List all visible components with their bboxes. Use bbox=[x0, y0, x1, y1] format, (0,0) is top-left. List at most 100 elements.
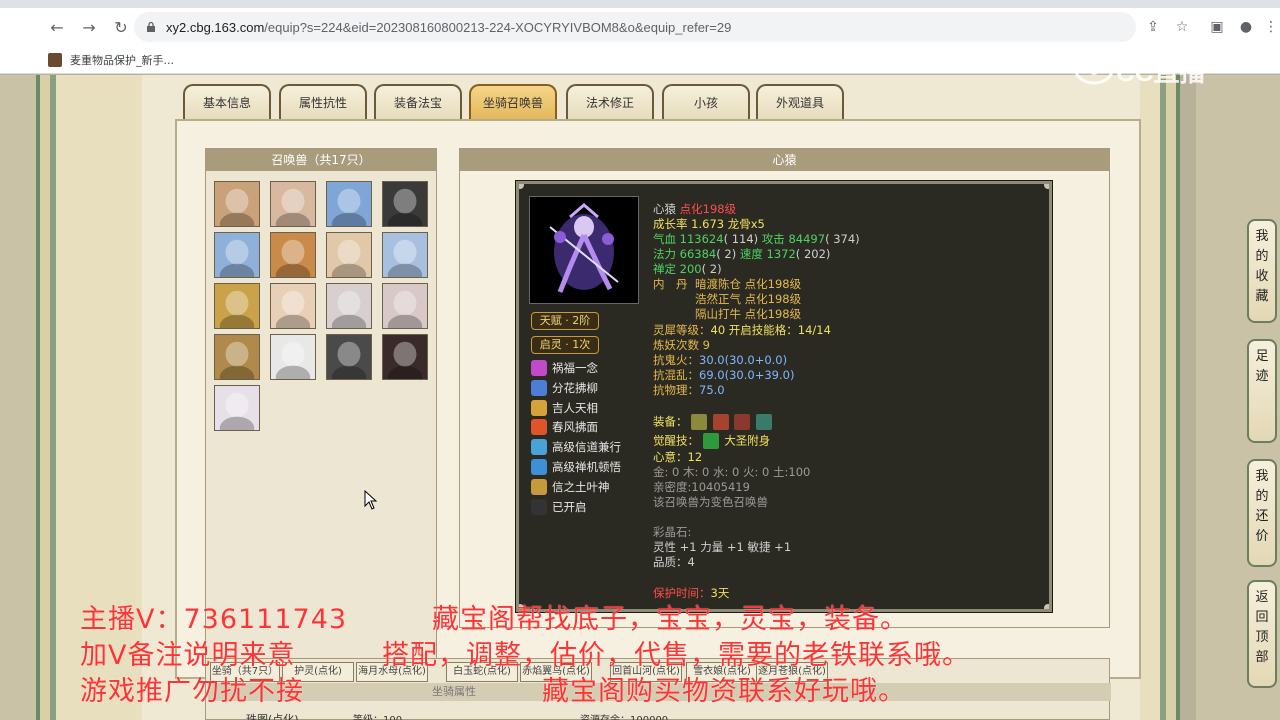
side-button-label: 返回顶部 bbox=[1255, 590, 1269, 665]
summon-thumbnail[interactable] bbox=[214, 385, 260, 431]
side-button-label: 我的还价 bbox=[1255, 469, 1269, 544]
reload-icon[interactable]: ↻ bbox=[108, 14, 134, 40]
summon-thumbnail[interactable] bbox=[270, 181, 316, 227]
growth-line: 成长率 1.673 龙骨x5 bbox=[653, 217, 765, 231]
tab-child[interactable]: 小孩 bbox=[662, 84, 750, 120]
overlay-line1-left: 主播V：736111743 bbox=[80, 604, 348, 635]
summon-thumbnail[interactable] bbox=[326, 283, 372, 329]
skill-item[interactable]: 高级禅机顿悟 bbox=[531, 459, 621, 475]
skill-label: 吉人天相 bbox=[552, 400, 598, 415]
tab-strip bbox=[0, 0, 1280, 8]
corner-ornament bbox=[519, 184, 524, 189]
skill-item[interactable]: 春风拂面 bbox=[531, 419, 598, 436]
skill-icon bbox=[531, 459, 547, 475]
summon-thumbnail[interactable] bbox=[214, 334, 260, 380]
stream-logo: CC直播 bbox=[1072, 50, 1242, 90]
forward-icon[interactable]: → bbox=[76, 14, 102, 40]
bookmark-label: 麦重物品保护_新手... bbox=[70, 53, 174, 67]
skill-label: 春风拂面 bbox=[552, 420, 598, 435]
skill-item[interactable]: 祸福一念 bbox=[531, 360, 598, 376]
right-decor bbox=[1140, 75, 1196, 720]
tab-attributes[interactable]: 属性抗性 bbox=[279, 84, 367, 120]
awaken-skill-icon[interactable] bbox=[702, 433, 719, 449]
summon-portrait bbox=[529, 196, 639, 304]
tab-basic-info[interactable]: 基本信息 bbox=[183, 84, 271, 120]
summon-thumbnail[interactable] bbox=[214, 283, 260, 329]
equip-slot-icon[interactable] bbox=[691, 414, 708, 430]
browser-toolbar: ← → ↻ xy2.cbg.163.com/equip?s=224&eid=20… bbox=[0, 8, 1280, 46]
summon-thumbnail[interactable] bbox=[382, 232, 428, 278]
resist-ghostfire: 抗鬼火：30.0(30.0+0.0) bbox=[653, 353, 788, 367]
bookmark-star-icon[interactable]: ☆ bbox=[1169, 14, 1195, 40]
overlay-line3-left: 游戏推广勿扰不接 bbox=[80, 676, 304, 707]
skill-label: 高级信道兼行 bbox=[552, 440, 621, 455]
menu-icon[interactable]: ⋮ bbox=[1258, 14, 1280, 40]
elements-line: 金: 0 木: 0 水: 0 火: 0 土:100 bbox=[653, 465, 811, 479]
back-to-top-button[interactable]: 返回顶部 bbox=[1247, 580, 1277, 688]
stream-logo-text: CC直播 bbox=[1116, 56, 1206, 87]
skill-item[interactable]: 高级信道兼行 bbox=[531, 439, 621, 456]
crystal-label: 彩晶石: bbox=[653, 525, 692, 539]
summon-thumbnail[interactable] bbox=[382, 181, 428, 227]
summon-thumbnail[interactable] bbox=[326, 232, 372, 278]
sidepanel-icon[interactable]: ▣ bbox=[1204, 14, 1230, 40]
skill-icon bbox=[531, 498, 547, 515]
summon-thumbnail[interactable] bbox=[214, 181, 260, 227]
profile-icon[interactable]: ● bbox=[1233, 14, 1259, 40]
tab-spell-mods[interactable]: 法术修正 bbox=[566, 84, 654, 120]
tab-mounts-summons[interactable]: 坐骑召唤兽 bbox=[469, 84, 557, 120]
mount-resource: 资源存余：100000 bbox=[580, 711, 668, 720]
summon-detail-title: 心猿 bbox=[460, 149, 1109, 171]
back-icon[interactable]: ← bbox=[44, 14, 70, 40]
skill-item[interactable]: 已开启 bbox=[531, 498, 587, 515]
skill-icon bbox=[531, 360, 547, 376]
skill-icon bbox=[531, 379, 547, 396]
share-icon[interactable]: ⇪ bbox=[1140, 14, 1166, 40]
address-bar[interactable]: xy2.cbg.163.com/equip?s=224&eid=20230816… bbox=[134, 12, 1136, 42]
footprint-button[interactable]: 足迹 bbox=[1247, 339, 1277, 443]
overlay-line1-right: 藏宝阁帮找底子，宝宝，灵宝，装备。 bbox=[432, 604, 908, 635]
summon-thumbnail[interactable] bbox=[270, 283, 316, 329]
hp-atk-line: 气血 113624( 114) 攻击 84497( 374) bbox=[653, 232, 860, 246]
skill-item[interactable]: 分花拂柳 bbox=[531, 379, 598, 396]
tab-appearance[interactable]: 外观道具 bbox=[756, 84, 844, 120]
skill-icon bbox=[531, 399, 547, 416]
skill-label: 信之土叶神 bbox=[552, 479, 610, 494]
summon-thumbnail[interactable] bbox=[326, 181, 372, 227]
mount-attr-header-label: 坐骑属性 bbox=[432, 685, 476, 698]
summon-list-title: 召唤兽（共17只） bbox=[206, 149, 436, 171]
neidan-2: 浩然正气 点化198级 bbox=[695, 292, 802, 306]
intimacy-line: 亲密度:10405419 bbox=[653, 480, 750, 494]
crystal-line: 灵性 +1 力量 +1 敏捷 +1 bbox=[653, 540, 792, 554]
skill-item[interactable]: 吉人天相 bbox=[531, 399, 598, 416]
lock-icon bbox=[144, 20, 158, 34]
summon-thumbnail[interactable] bbox=[214, 232, 260, 278]
summon-thumbnail[interactable] bbox=[270, 334, 316, 380]
summon-thumbnail[interactable] bbox=[382, 283, 428, 329]
summon-thumbnail[interactable] bbox=[326, 334, 372, 380]
awaken-line: 觉醒技： 大圣附身 bbox=[653, 433, 771, 449]
variant-note: 该召唤兽为变色召唤兽 bbox=[653, 495, 768, 509]
my-favorites-button[interactable]: 我的收藏 bbox=[1247, 219, 1277, 323]
tab-equipment[interactable]: 装备法宝 bbox=[374, 84, 462, 120]
skill-item[interactable]: 信之土叶神 bbox=[531, 478, 610, 495]
neidan-3: 隔山打牛 点化198级 bbox=[695, 307, 802, 321]
skill-icon bbox=[531, 419, 547, 436]
equip-slot-icon[interactable] bbox=[756, 414, 773, 430]
summon-detail-card: 天赋 · 2阶 启灵 · 1次 祸福一念 分花拂柳 吉人天相 春风拂面 高级信道兼行 高级… bbox=[516, 181, 1052, 612]
equip-slot-icon[interactable] bbox=[734, 414, 751, 430]
overlay-line2-left: 加V备注说明来意 bbox=[80, 640, 296, 671]
equip-slot-icon[interactable] bbox=[712, 414, 729, 430]
lianyao-line: 炼妖次数 9 bbox=[653, 338, 710, 352]
summon-thumbnail[interactable] bbox=[270, 232, 316, 278]
neidan-1: 暗渡陈仓 点化198级 bbox=[695, 277, 802, 291]
resist-physical: 抗物理：75.0 bbox=[653, 383, 725, 397]
skill-label: 高级禅机顿悟 bbox=[552, 460, 621, 474]
my-counteroffer-button[interactable]: 我的还价 bbox=[1247, 459, 1277, 567]
summon-thumbnail[interactable] bbox=[382, 334, 428, 380]
side-button-label: 我的收藏 bbox=[1255, 229, 1269, 304]
equip-line: 装备： bbox=[653, 414, 774, 430]
bookmark-item[interactable]: 麦重物品保护_新手... bbox=[48, 52, 174, 68]
quality-line: 品质：4 bbox=[653, 555, 695, 569]
overlay-line3-right: 藏宝阁购买物资联系好玩哦。 bbox=[542, 676, 906, 707]
